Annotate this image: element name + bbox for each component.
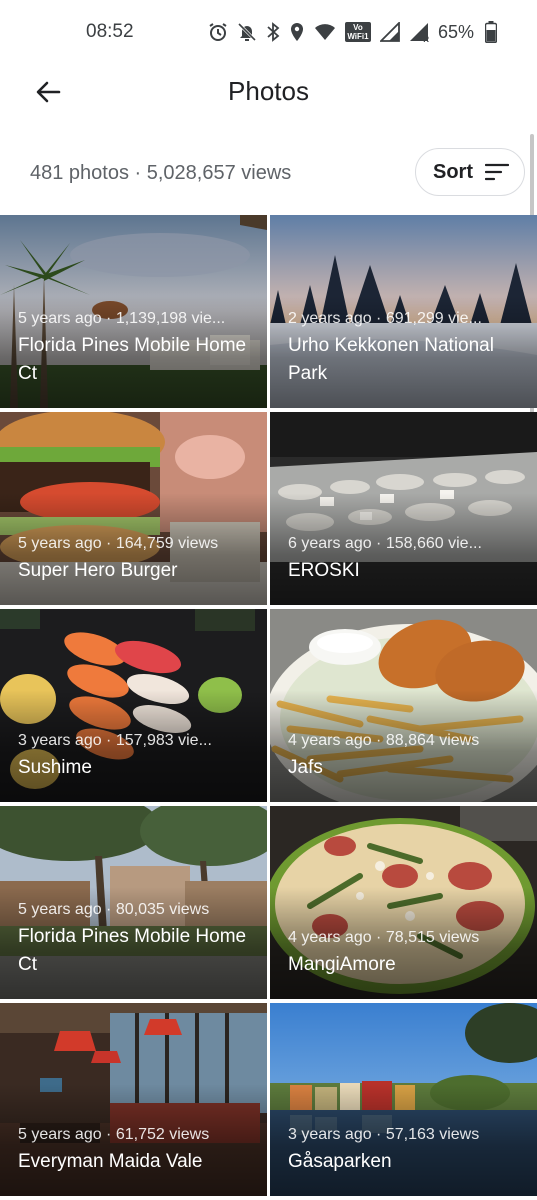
summary-row: 481 photos · 5,028,657 views Sort [0,148,537,198]
status-time: 08:52 [86,21,134,42]
tile-stats: 6 years ago · 158,660 vie... [288,535,482,552]
tile-title: Florida Pines Mobile Home Ct [18,335,247,384]
tile-stats: 5 years ago · 1,139,198 vie... [18,310,226,327]
tile-stats: 2 years ago · 691,299 vie... [288,310,482,327]
tile-title: Jafs [288,757,323,778]
tile-title: Florida Pines Mobile Home Ct [18,926,247,975]
tile-stats: 4 years ago · 78,515 views [288,929,480,946]
tile-meta: 3 years ago · 57,163 views Gåsaparken [288,1124,529,1176]
mute-bell-icon [237,22,257,42]
tile-meta: 5 years ago · 1,139,198 vie... Florida P… [18,308,259,388]
sort-label: Sort [433,160,473,183]
sort-button[interactable]: Sort [415,148,525,196]
photo-tile[interactable]: 4 years ago · 78,515 views MangiAmore [270,806,537,999]
tile-title: Sushime [18,757,92,778]
bluetooth-icon [267,22,280,42]
tile-meta: 5 years ago · 80,035 views Florida Pines… [18,899,259,979]
tile-title: Gåsaparken [288,1151,392,1172]
tile-title: Everyman Maida Vale [18,1151,203,1172]
status-bar: 08:52 Vo WiFi1 R 65% [0,0,537,64]
app-bar: Photos [0,64,537,120]
photo-count-summary: 481 photos · 5,028,657 views [30,162,292,184]
cell-signal-roaming: R [409,22,429,44]
tile-stats: 3 years ago · 157,983 vie... [18,732,212,749]
tile-stats: 5 years ago · 61,752 views [18,1126,210,1143]
photo-grid: 5 years ago · 1,139,198 vie... Florida P… [0,215,537,1200]
tile-meta: 4 years ago · 78,515 views MangiAmore [288,927,529,979]
wifi-icon [314,24,335,40]
tile-meta: 5 years ago · 164,759 views Super Hero B… [18,533,259,585]
tile-meta: 5 years ago · 61,752 views Everyman Maid… [18,1124,259,1176]
tile-stats: 4 years ago · 88,864 views [288,732,480,749]
status-icons: Vo WiFi1 R 65% [208,18,497,46]
photo-tile[interactable]: 3 years ago · 157,983 vie... Sushime [0,609,267,802]
photo-tile[interactable]: 4 years ago · 88,864 views Jafs [270,609,537,802]
tile-meta: 3 years ago · 157,983 vie... Sushime [18,730,259,782]
photo-tile[interactable]: 3 years ago · 57,163 views Gåsaparken [270,1003,537,1196]
tile-title: Super Hero Burger [18,560,178,581]
vowifi-badge: Vo WiFi1 [344,22,371,42]
tile-meta: 2 years ago · 691,299 vie... Urho Kekkon… [288,308,529,388]
alarm-icon [209,23,227,41]
tile-meta: 4 years ago · 88,864 views Jafs [288,730,529,782]
tile-stats: 5 years ago · 80,035 views [18,901,210,918]
tile-stats: 3 years ago · 57,163 views [288,1126,480,1143]
photo-tile[interactable]: 5 years ago · 1,139,198 vie... Florida P… [0,215,267,408]
photo-tile[interactable]: 5 years ago · 80,035 views Florida Pines… [0,806,267,999]
photo-tile[interactable]: 6 years ago · 158,660 vie... EROSKI [270,412,537,605]
tile-title: EROSKI [288,560,360,581]
roaming-badge: R [423,35,429,44]
photo-tile[interactable]: 2 years ago · 691,299 vie... Urho Kekkon… [270,215,537,408]
tile-meta: 6 years ago · 158,660 vie... EROSKI [288,533,529,585]
photo-tile[interactable]: 5 years ago · 164,759 views Super Hero B… [0,412,267,605]
photo-tile[interactable]: 5 years ago · 61,752 views Everyman Maid… [0,1003,267,1196]
sort-lines-icon [485,163,509,181]
tile-title: Urho Kekkonen National Park [288,335,494,384]
tile-title: MangiAmore [288,954,396,975]
tile-stats: 5 years ago · 164,759 views [18,535,219,552]
battery-icon [485,21,497,43]
location-icon [290,23,303,41]
cell-signal-icon [379,22,400,42]
battery-percent: 65% [437,21,474,42]
page-title: Photos [228,76,309,106]
